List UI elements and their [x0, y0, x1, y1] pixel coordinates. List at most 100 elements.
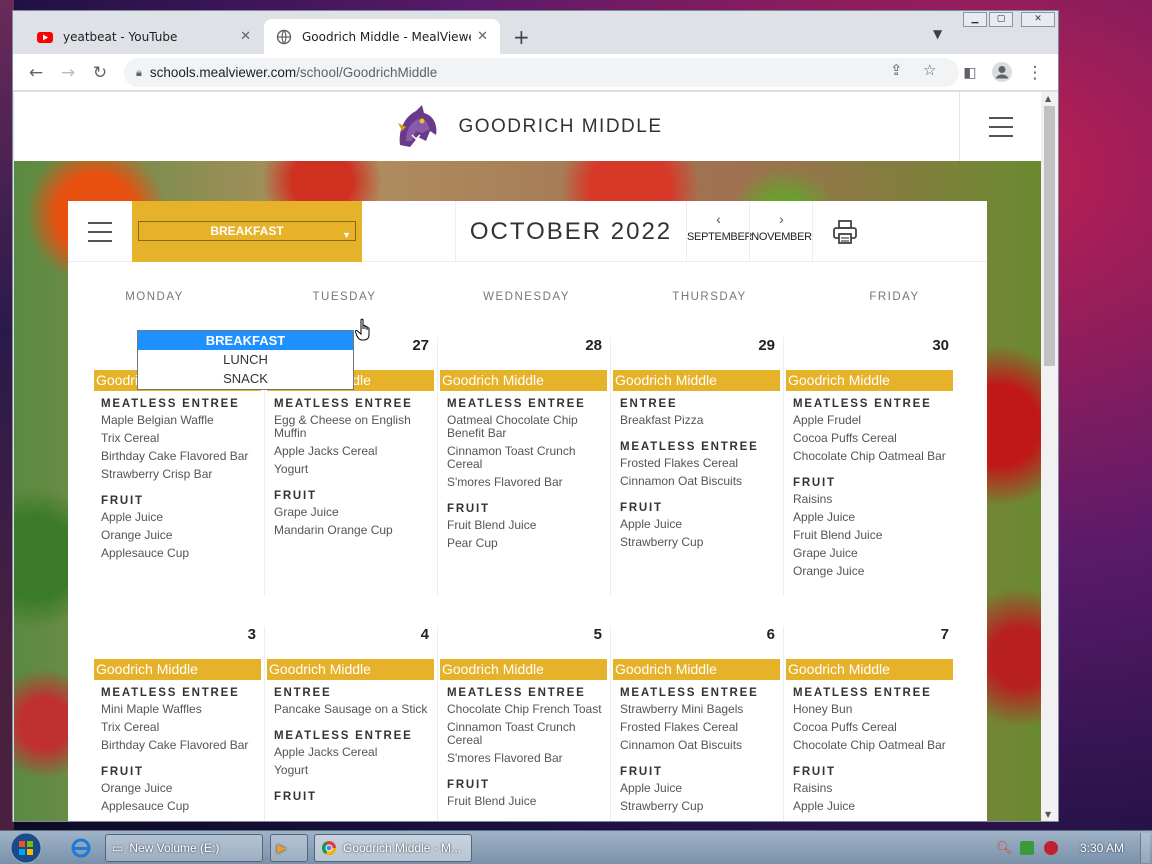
- app-tray-icon[interactable]: [1044, 841, 1058, 855]
- menu-item[interactable]: Frosted Flakes Cereal: [620, 721, 780, 734]
- menu-item[interactable]: Raisins: [793, 782, 953, 795]
- calendar-day[interactable]: 29 Goodrich Middle ENTREE Breakfast Pizza ME…: [611, 337, 784, 595]
- menu-item[interactable]: Strawberry Mini Bagels: [620, 703, 780, 716]
- menu-item[interactable]: Yogurt: [274, 764, 434, 777]
- next-month-button[interactable]: › NOVEMBER: [749, 201, 813, 262]
- profile-icon[interactable]: [990, 61, 1014, 85]
- close-tab-icon[interactable]: ✕: [477, 29, 488, 44]
- new-tab-icon[interactable]: +: [513, 25, 530, 49]
- menu-item[interactable]: Cocoa Puffs Cereal: [793, 721, 953, 734]
- menu-item[interactable]: Maple Belgian Waffle: [101, 414, 261, 427]
- menu-item[interactable]: Cinnamon Toast Crunch Cereal: [447, 721, 607, 747]
- menu-item[interactable]: S'mores Flavored Bar: [447, 752, 607, 765]
- more-menu-icon[interactable]: ⋮: [1023, 61, 1047, 85]
- menu-item[interactable]: Chocolate Chip Oatmeal Bar: [793, 739, 953, 752]
- meal-option-lunch[interactable]: LUNCH: [138, 350, 353, 369]
- tab-mealviewer[interactable]: Goodrich Middle - MealViewer S ✕: [264, 19, 500, 54]
- calendar-menu-button[interactable]: [68, 201, 132, 262]
- scroll-up-icon[interactable]: ▲: [1045, 94, 1051, 103]
- menu-item[interactable]: Grape Juice: [793, 547, 953, 560]
- menu-item[interactable]: Strawberry Crisp Bar: [101, 468, 261, 481]
- internet-explorer-icon[interactable]: [70, 837, 92, 859]
- page-scrollbar[interactable]: ▲ ▼: [1041, 92, 1058, 821]
- chevron-down-icon[interactable]: ▼: [933, 27, 942, 41]
- calendar-day[interactable]: 4 Goodrich Middle ENTREE Pancake Sausage on…: [265, 626, 438, 821]
- menu-item[interactable]: Fruit Blend Juice: [447, 519, 607, 532]
- menu-item[interactable]: Apple Juice: [620, 782, 780, 795]
- start-button[interactable]: [6, 831, 46, 864]
- menu-item[interactable]: Apple Jacks Cereal: [274, 445, 434, 458]
- menu-item[interactable]: Pancake Sausage on a Stick: [274, 703, 434, 716]
- share-icon[interactable]: ⇪: [890, 61, 903, 79]
- menu-item[interactable]: Cocoa Puffs Cereal: [793, 432, 953, 445]
- menu-item[interactable]: Yogurt: [274, 463, 434, 476]
- calendar-day[interactable]: 7 Goodrich Middle MEATLESS ENTREE Honey Bun…: [784, 626, 957, 821]
- taskbar-item-explorer[interactable]: ▭ New Volume (E:): [105, 834, 263, 862]
- search-icon[interactable]: 🔍︎: [996, 841, 1013, 856]
- calendar-day[interactable]: 30 Goodrich Middle MEATLESS ENTREE Apple Fr…: [784, 337, 957, 595]
- scroll-thumb[interactable]: [1044, 106, 1055, 366]
- menu-item[interactable]: Chocolate Chip Oatmeal Bar: [793, 450, 953, 463]
- meal-option-breakfast[interactable]: BREAKFAST: [138, 331, 353, 350]
- menu-item[interactable]: Apple Juice: [793, 800, 953, 813]
- address-bar[interactable]: 🔒︎ schools.mealviewer.com/school/Goodric…: [124, 58, 959, 87]
- network-icon[interactable]: [1020, 841, 1034, 855]
- menu-item[interactable]: Pear Cup: [447, 537, 607, 550]
- menu-item[interactable]: Strawberry Cup: [620, 800, 780, 813]
- menu-item[interactable]: Apple Jacks Cereal: [274, 746, 434, 759]
- print-button[interactable]: [812, 201, 876, 262]
- menu-item[interactable]: Egg & Cheese on English Muffin: [274, 414, 434, 440]
- menu-item[interactable]: Cinnamon Oat Biscuits: [620, 739, 780, 752]
- menu-item[interactable]: Honey Bun: [793, 703, 953, 716]
- forward-icon[interactable]: →: [56, 61, 80, 85]
- menu-item[interactable]: Cinnamon Oat Biscuits: [620, 475, 780, 488]
- prev-month-button[interactable]: ‹ SEPTEMBER: [686, 201, 752, 262]
- menu-item[interactable]: Grape Juice: [274, 506, 434, 519]
- meal-type-select[interactable]: BREAKFAST ▼: [138, 221, 356, 241]
- reload-icon[interactable]: ↻: [88, 61, 112, 85]
- menu-item[interactable]: Orange Juice: [101, 529, 261, 542]
- menu-item[interactable]: Apple Juice: [101, 511, 261, 524]
- close-tab-icon[interactable]: ✕: [240, 29, 251, 44]
- calendar-day[interactable]: 28 Goodrich Middle MEATLESS ENTREE Oatmeal …: [438, 337, 611, 595]
- menu-item[interactable]: Strawberry Cup: [620, 536, 780, 549]
- calendar-day[interactable]: 3 Goodrich Middle MEATLESS ENTREE Mini Mapl…: [92, 626, 265, 821]
- menu-item[interactable]: Trix Cereal: [101, 432, 261, 445]
- minimize-icon[interactable]: ▁: [963, 12, 987, 27]
- menu-item[interactable]: Raisins: [793, 493, 953, 506]
- menu-item[interactable]: Chocolate Chip French Toast: [447, 703, 607, 716]
- close-window-icon[interactable]: ✕: [1021, 12, 1055, 27]
- taskbar-item-media[interactable]: ▶: [270, 834, 308, 862]
- menu-item[interactable]: Breakfast Pizza: [620, 414, 780, 427]
- calendar-day[interactable]: 6 Goodrich Middle MEATLESS ENTREE Strawberr…: [611, 626, 784, 821]
- meal-option-snack[interactable]: SNACK: [138, 369, 353, 388]
- tab-youtube[interactable]: yeatbeat - YouTube ✕: [25, 19, 263, 54]
- calendar-day[interactable]: 5 Goodrich Middle MEATLESS ENTREE Chocolate…: [438, 626, 611, 821]
- menu-item[interactable]: Birthday Cake Flavored Bar: [101, 739, 261, 752]
- menu-item[interactable]: Applesauce Cup: [101, 547, 261, 560]
- menu-item[interactable]: Frosted Flakes Cereal: [620, 457, 780, 470]
- menu-item[interactable]: Orange Juice: [101, 782, 261, 795]
- back-icon[interactable]: ←: [24, 61, 48, 85]
- menu-item[interactable]: Mini Maple Waffles: [101, 703, 261, 716]
- menu-item[interactable]: Fruit Blend Juice: [447, 795, 607, 808]
- menu-item[interactable]: Trix Cereal: [101, 721, 261, 734]
- show-desktop-button[interactable]: [1140, 833, 1150, 863]
- menu-item[interactable]: S'mores Flavored Bar: [447, 476, 607, 489]
- star-icon[interactable]: ☆: [923, 61, 936, 79]
- menu-item[interactable]: Applesauce Cup: [101, 800, 261, 813]
- site-menu-button[interactable]: [959, 92, 1041, 161]
- menu-item[interactable]: Oatmeal Chocolate Chip Benefit Bar: [447, 414, 607, 440]
- menu-item[interactable]: Mandarin Orange Cup: [274, 524, 434, 537]
- menu-item[interactable]: Cinnamon Toast Crunch Cereal: [447, 445, 607, 471]
- scroll-down-icon[interactable]: ▼: [1045, 810, 1051, 819]
- side-panel-icon[interactable]: ◧: [958, 61, 982, 85]
- menu-item[interactable]: Orange Juice: [793, 565, 953, 578]
- menu-item[interactable]: Apple Frudel: [793, 414, 953, 427]
- menu-item[interactable]: Apple Juice: [793, 511, 953, 524]
- menu-item[interactable]: Birthday Cake Flavored Bar: [101, 450, 261, 463]
- menu-item[interactable]: Apple Juice: [620, 518, 780, 531]
- maximize-icon[interactable]: ▢: [989, 12, 1013, 27]
- taskbar-item-chrome[interactable]: Goodrich Middle - M...: [314, 834, 472, 862]
- menu-item[interactable]: Fruit Blend Juice: [793, 529, 953, 542]
